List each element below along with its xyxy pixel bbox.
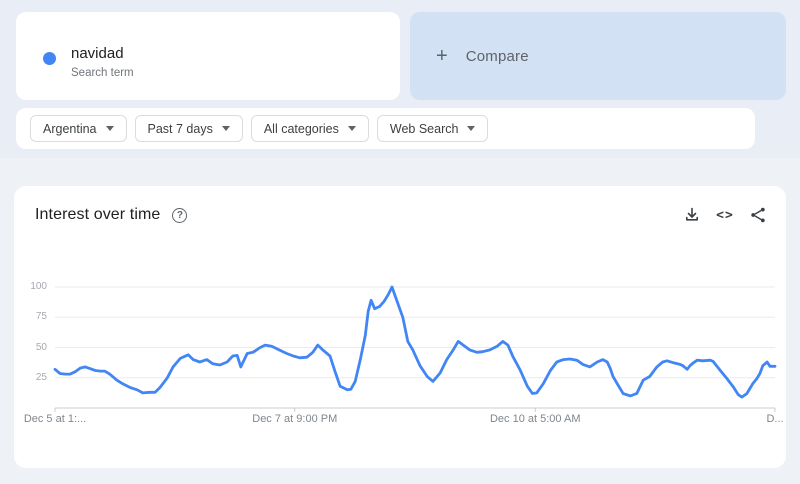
x-axis-tick-label: D...: [766, 413, 784, 425]
x-axis-tick-label: Dec 5 at 1:...: [23, 413, 87, 425]
y-axis-tick-label: 25: [35, 371, 47, 383]
download-icon: [686, 207, 698, 221]
chevron-down-icon: [221, 126, 230, 131]
y-axis-tick-label: 75: [35, 311, 47, 323]
share-button[interactable]: [748, 205, 768, 225]
region-filter-label: Argentina: [43, 121, 97, 136]
chevron-down-icon: [347, 126, 356, 131]
trend-chart-plot[interactable]: 25 50 75 100 Dec 5 at 1:... Dec 7 at 9:00 PM…: [24, 281, 784, 425]
interest-over-time-card: Interest over time ? <> 25 50 75 100 Dec 5 …: [14, 186, 786, 468]
x-axis-tick-label: Dec 7 at 9:00 PM: [252, 413, 338, 425]
embed-button[interactable]: <>: [715, 205, 735, 225]
embed-icon: <>: [716, 207, 734, 223]
compare-card[interactable]: + Compare: [410, 12, 786, 100]
time-range-filter-label: Past 7 days: [147, 121, 213, 136]
filter-bar: Argentina Past 7 days All categories Web…: [16, 108, 755, 149]
trend-line-svg: [53, 285, 777, 412]
category-filter-label: All categories: [263, 121, 339, 136]
search-term-value: navidad: [71, 45, 124, 62]
compare-label: Compare: [465, 47, 529, 65]
search-term-type-label: Search term: [71, 67, 134, 79]
search-type-filter-dropdown[interactable]: Web Search: [376, 115, 489, 142]
category-filter-dropdown[interactable]: All categories: [250, 115, 369, 142]
y-axis-tick-label: 100: [30, 281, 47, 292]
share-icon: [751, 207, 765, 223]
series-color-dot-icon: [43, 52, 56, 65]
search-term-card[interactable]: navidad Search term: [16, 12, 400, 100]
plus-icon: +: [436, 45, 448, 67]
help-icon[interactable]: ?: [172, 207, 188, 223]
region-filter-dropdown[interactable]: Argentina: [30, 115, 127, 142]
download-button[interactable]: [682, 205, 702, 225]
search-type-filter-label: Web Search: [389, 121, 459, 136]
time-range-filter-dropdown[interactable]: Past 7 days: [134, 115, 243, 142]
x-axis-tick-label: Dec 10 at 5:00 AM: [489, 413, 581, 425]
chart-card-header: Interest over time ? <>: [14, 186, 786, 225]
chart-title: Interest over time: [35, 206, 161, 223]
y-axis-tick-label: 50: [35, 341, 47, 353]
chevron-down-icon: [105, 126, 114, 131]
chevron-down-icon: [467, 126, 476, 131]
